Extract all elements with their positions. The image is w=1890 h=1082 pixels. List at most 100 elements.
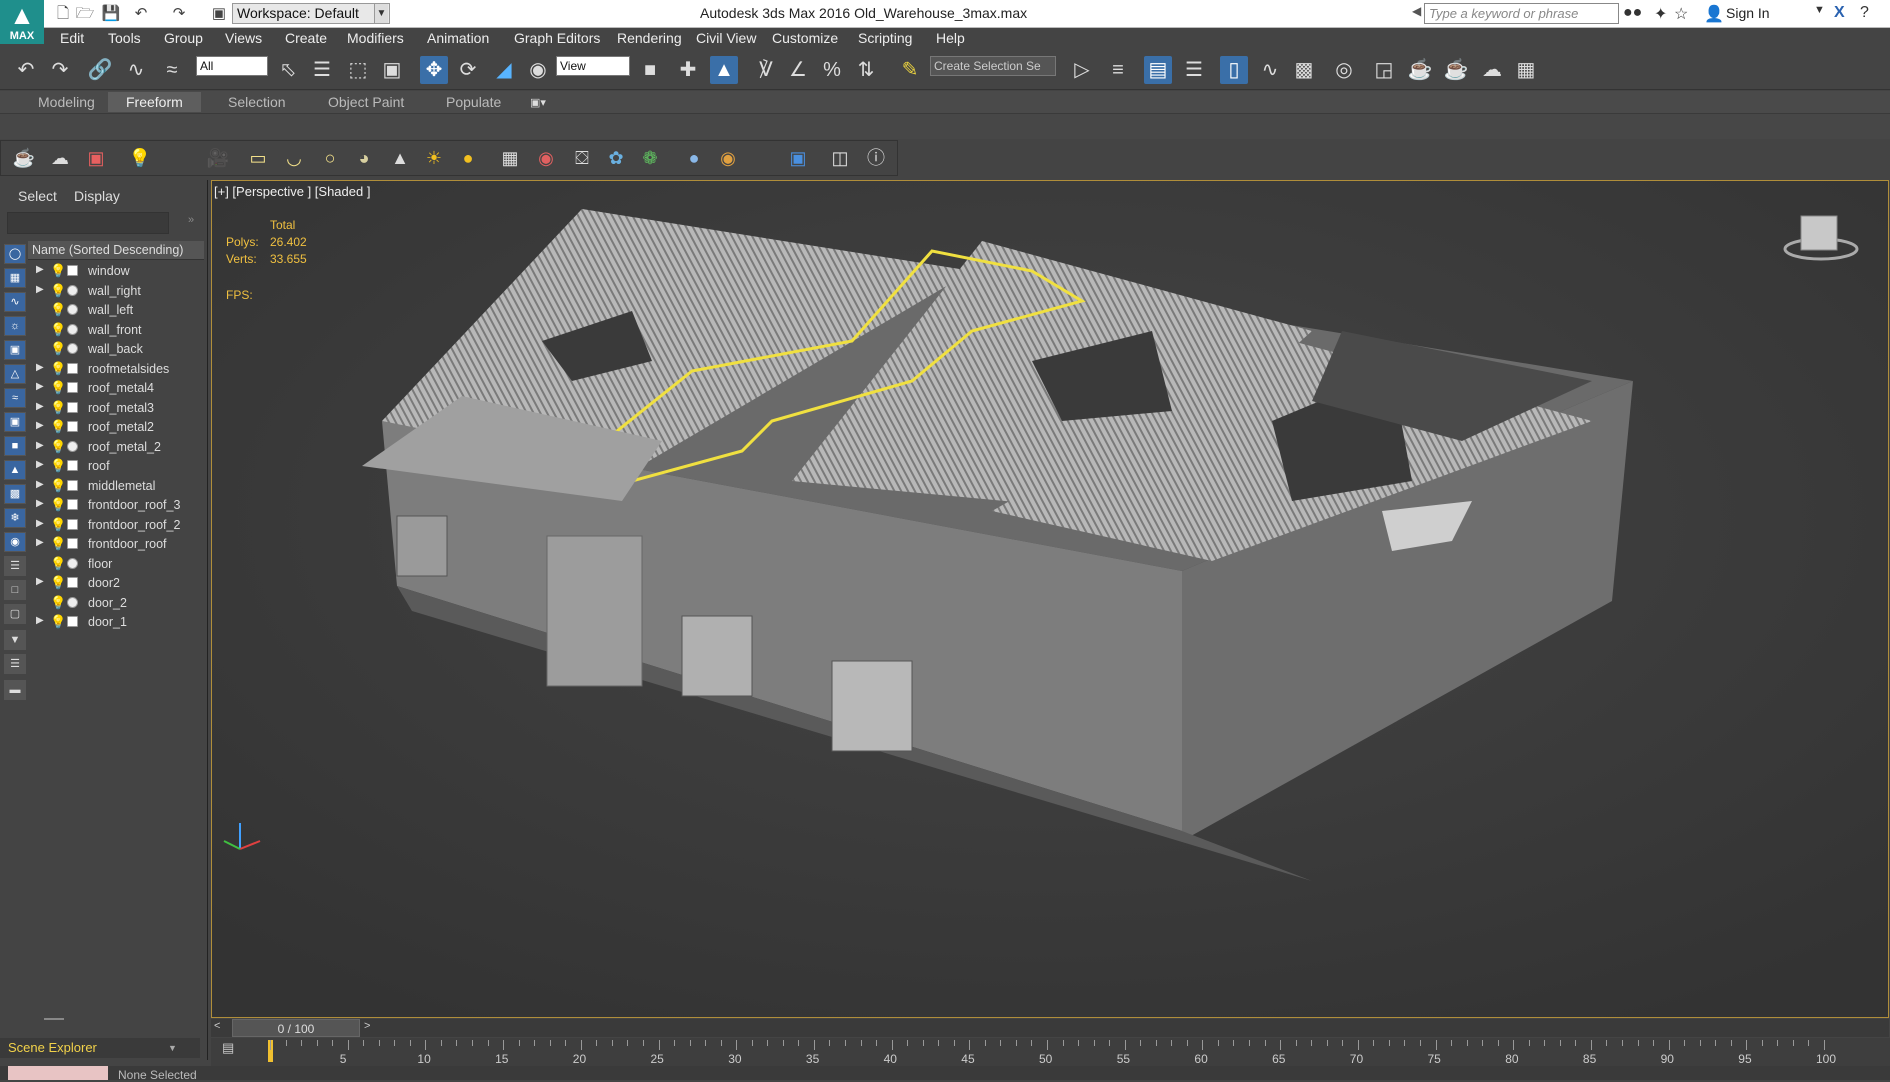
undo-icon[interactable]: ↶ [12,56,40,84]
object-type-icon[interactable] [67,616,78,627]
use-pivot-point-icon[interactable]: ■ [636,56,664,84]
redo-icon[interactable]: ↷ [168,3,190,25]
cone-primitive-icon[interactable]: ▲ [386,144,414,172]
sign-in-button[interactable]: Sign In [1726,5,1770,21]
list-item[interactable]: 💡 wall_front [28,321,204,341]
list-item[interactable]: ▶ 💡 roof_metal2 [28,418,204,438]
a360-gallery-icon[interactable]: ▦ [1512,56,1540,84]
invert-display-icon[interactable]: ▢ [4,604,26,624]
favorites-star-icon[interactable]: ☆ [1674,4,1688,24]
select-and-place-icon[interactable]: ◉ [524,56,552,84]
time-slider[interactable] [211,1019,1889,1037]
tab-populate[interactable]: Populate [428,92,519,112]
light-bulb-icon[interactable]: 💡 [50,400,66,416]
display-geometry-icon[interactable]: ▦ [4,268,26,288]
menu-create[interactable]: Create [285,30,327,46]
toggle-ribbon-icon[interactable]: ▯ [1220,56,1248,84]
display-object-xrefs-icon[interactable]: ■ [4,436,26,456]
display-none-icon[interactable]: ◯ [4,244,26,264]
expand-arrow-icon[interactable]: ▶ [36,615,44,626]
object-type-icon[interactable] [67,323,78,335]
communication-center-icon[interactable]: ✦ [1654,4,1667,24]
explorer-tab-select[interactable]: Select [18,188,57,204]
render-production-icon[interactable]: ☕ [1442,56,1470,84]
display-groups-icon[interactable]: ▣ [4,412,26,432]
save-icon[interactable]: 💾 [100,3,122,25]
menu-civil-view[interactable]: Civil View [696,30,756,46]
object-type-icon[interactable] [67,401,78,413]
sun-light-icon[interactable]: ☀ [420,144,448,172]
rendered-frame-window-icon[interactable]: ☕ [1406,56,1434,84]
light-bulb-icon[interactable]: 💡 [50,419,66,435]
grid-helper-icon[interactable]: ▦ [496,144,524,172]
display-shapes-icon[interactable]: ∿ [4,292,26,312]
list-item[interactable]: 💡 wall_back [28,340,204,360]
light-bulb-icon[interactable]: 💡 [50,536,66,552]
list-item[interactable]: ▶ 💡 wall_right [28,282,204,302]
light-bulb-icon[interactable]: 💡 [50,263,66,279]
light-bulb-icon[interactable]: 💡 [50,380,66,396]
list-item[interactable]: 💡 floor [28,555,204,575]
list-item[interactable]: ▶ 💡 roofmetalsides [28,360,204,380]
object-type-icon[interactable] [67,577,78,588]
rectangular-selection-icon[interactable]: ⬚ [344,56,372,84]
display-hidden-icon[interactable]: ◉ [4,532,26,552]
select-manipulate-icon[interactable]: ✚ [674,56,702,84]
display-bones-icon[interactable]: ▲ [4,460,26,480]
object-type-icon[interactable] [67,362,78,374]
dome-primitive-icon[interactable]: ◡ [280,144,308,172]
expand-arrow-icon[interactable]: ▶ [36,498,44,509]
explorer-tab-display[interactable]: Display [74,188,120,204]
redo-icon[interactable]: ↷ [46,56,74,84]
particle-system-icon[interactable]: ◉ [532,144,560,172]
gear-particles-icon[interactable]: ✿ [602,144,630,172]
list-item[interactable]: ▶ 💡 middlemetal [28,477,204,497]
object-type-icon[interactable] [67,557,78,569]
chevron-down-icon[interactable]: ▼ [168,1043,177,1053]
light-bulb-icon[interactable]: 💡 [126,144,154,172]
menu-group[interactable]: Group [164,30,203,46]
menu-tools[interactable]: Tools [108,30,141,46]
undo-icon[interactable]: ↶ [130,3,152,25]
display-space-warps-icon[interactable]: ≈ [4,388,26,408]
help-menu-icon[interactable]: ? [1860,4,1869,22]
light-bulb-icon[interactable]: 💡 [50,439,66,455]
expand-arrow-icon[interactable]: ▶ [36,459,44,470]
align-icon[interactable]: ≡ [1104,56,1132,84]
perspective-viewport[interactable] [211,180,1889,1018]
app-menu-button[interactable]: ▲ MAX [0,0,44,44]
display-containers-icon[interactable]: ▩ [4,484,26,504]
light-bulb-icon[interactable]: 💡 [50,302,66,318]
display-all-icon[interactable]: ☰ [4,556,26,576]
display-frozen-icon[interactable]: ❄ [4,508,26,528]
object-type-icon[interactable] [67,538,78,549]
expand-arrow-icon[interactable]: ▶ [36,576,44,587]
binoculars-icon[interactable]: ●● [1623,4,1642,22]
autodesk-exchange-icon[interactable]: X [1834,4,1845,22]
light-bulb-icon[interactable]: 💡 [50,283,66,299]
hemisphere-primitive-icon[interactable]: ◕ [350,144,378,172]
percent-snap-icon[interactable]: % [818,56,846,84]
camera-icon[interactable]: 🎥 [204,144,232,172]
plane-primitive-icon[interactable]: ▭ [244,144,272,172]
user-icon[interactable]: 👤 [1704,4,1724,24]
menu-customize[interactable]: Customize [772,30,838,46]
list-item[interactable]: ▶ 💡 door2 [28,574,204,594]
render-setup-icon[interactable]: ◲ [1370,56,1398,84]
cloud-icon[interactable]: ☁ [46,144,74,172]
menu-views[interactable]: Views [225,30,262,46]
open-mini-curve-editor-icon[interactable]: ▤ [222,1040,244,1056]
tab-object-paint[interactable]: Object Paint [310,92,422,112]
object-type-icon[interactable] [67,596,78,608]
list-item[interactable]: 💡 wall_left [28,301,204,321]
object-type-icon[interactable] [67,518,78,530]
select-and-scale-icon[interactable]: ◢ [490,56,518,84]
project-folder-icon[interactable]: ▣ [208,3,230,25]
object-type-icon[interactable] [67,382,78,393]
toggle-scene-explorer-icon[interactable]: ▤ [1144,56,1172,84]
expand-arrow-icon[interactable]: ▶ [36,362,44,373]
select-object-icon[interactable]: ⬁ [274,56,302,84]
menu-help[interactable]: Help [936,30,965,46]
open-file-icon[interactable]: 🗁 [74,3,96,25]
menu-scripting[interactable]: Scripting [858,30,912,46]
